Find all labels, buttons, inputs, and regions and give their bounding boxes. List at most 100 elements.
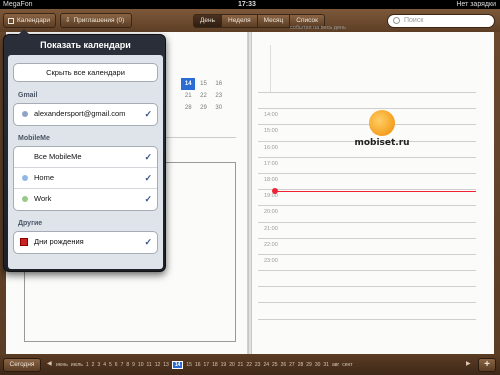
date-timeline[interactable]: июнь июль 1 2 3 4 5 6 7 8 9 10 11 12 13 14 15 16 17 18 19 20 2… bbox=[56, 360, 461, 370]
mini-calendar-day[interactable]: 21 bbox=[181, 90, 195, 102]
hour-row[interactable] bbox=[258, 302, 476, 318]
mini-calendar-day[interactable]: 14 bbox=[181, 78, 196, 90]
timeline-date[interactable]: 13 bbox=[163, 362, 169, 368]
calendar-item-gmail[interactable]: alexandersport@gmail.com ✓ bbox=[14, 104, 157, 125]
allday-label: события на весь день bbox=[290, 25, 346, 31]
calendar-item-all-mobileme[interactable]: Все MobileMe ✓ bbox=[14, 147, 157, 168]
timeline-date[interactable]: 3 bbox=[97, 362, 100, 368]
timeline-date[interactable]: 5 bbox=[109, 362, 112, 368]
timeline-date[interactable]: 12 bbox=[155, 362, 161, 368]
today-button[interactable]: Сегодня bbox=[3, 358, 41, 372]
mini-calendar-day[interactable] bbox=[227, 102, 241, 114]
mini-calendar-day[interactable] bbox=[197, 66, 211, 78]
mini-calendar-day[interactable]: 23 bbox=[212, 90, 226, 102]
mini-calendar-day[interactable]: 28 bbox=[181, 102, 195, 114]
timeline-date[interactable]: 11 bbox=[146, 362, 151, 368]
tab-month[interactable]: Месяц bbox=[257, 15, 291, 27]
timeline-date[interactable]: 27 bbox=[289, 362, 295, 368]
timeline-date[interactable]: 31 bbox=[323, 362, 329, 368]
timeline-date[interactable]: 10 bbox=[138, 362, 144, 368]
timeline-date[interactable]: июль bbox=[71, 362, 83, 368]
popover-title: Показать календари bbox=[40, 40, 131, 50]
hour-row[interactable]: 18:00 bbox=[258, 172, 476, 189]
mini-calendar-week bbox=[166, 66, 241, 78]
search-placeholder: Поиск bbox=[404, 17, 424, 24]
timeline-date[interactable]: 8 bbox=[126, 362, 129, 368]
mini-calendar-day[interactable] bbox=[227, 78, 241, 90]
timeline-date[interactable]: 30 bbox=[315, 362, 321, 368]
clock: 17:33 bbox=[238, 1, 256, 8]
hour-row[interactable] bbox=[258, 318, 476, 335]
tab-day[interactable]: День bbox=[194, 15, 222, 27]
mini-calendar-day[interactable]: 15 bbox=[197, 78, 211, 90]
timeline-date[interactable]: 18 bbox=[212, 362, 218, 368]
hour-row[interactable]: 21:00 bbox=[258, 221, 476, 238]
mini-calendar-day[interactable] bbox=[166, 102, 180, 114]
mini-calendar-day[interactable]: 16 bbox=[212, 78, 226, 90]
hour-row[interactable] bbox=[258, 92, 476, 108]
hour-row[interactable] bbox=[258, 270, 476, 286]
timeline-date[interactable]: 26 bbox=[281, 362, 287, 368]
timeline-date[interactable]: 20 bbox=[229, 362, 235, 368]
mini-calendar-day[interactable] bbox=[166, 90, 180, 102]
allday-area[interactable] bbox=[270, 45, 476, 92]
mini-calendar-day[interactable] bbox=[166, 78, 180, 90]
timeline-date[interactable]: 1 bbox=[86, 362, 89, 368]
timeline-date[interactable]: 7 bbox=[121, 362, 124, 368]
mini-calendar-day[interactable] bbox=[197, 54, 211, 66]
tab-week[interactable]: Неделя bbox=[222, 15, 258, 27]
mini-calendar-day[interactable] bbox=[181, 54, 195, 66]
timeline-date[interactable]: 23 bbox=[255, 362, 261, 368]
timeline-date[interactable]: 19 bbox=[221, 362, 227, 368]
search-input[interactable]: Поиск bbox=[387, 14, 495, 28]
timeline-date[interactable]: сент bbox=[342, 362, 352, 368]
timeline-date[interactable]: 21 bbox=[238, 362, 244, 368]
add-event-button[interactable]: + bbox=[478, 358, 496, 372]
timeline-date[interactable]: 9 bbox=[132, 362, 135, 368]
timeline-date[interactable]: 17 bbox=[204, 362, 210, 368]
carrier-label: MegaFon bbox=[3, 1, 33, 8]
mini-calendar-day[interactable] bbox=[166, 66, 180, 78]
group-gmail: alexandersport@gmail.com ✓ bbox=[13, 103, 158, 126]
timeline-date[interactable]: 15 bbox=[186, 362, 192, 368]
hour-row[interactable]: 20:00 bbox=[258, 205, 476, 221]
timeline-date[interactable]: 22 bbox=[246, 362, 252, 368]
timeline-date[interactable]: 29 bbox=[306, 362, 312, 368]
calendar-item-label: Work bbox=[34, 194, 52, 203]
timeline-date[interactable]: авг bbox=[332, 362, 339, 368]
hour-row[interactable] bbox=[258, 286, 476, 302]
hour-row[interactable]: 22:00 bbox=[258, 237, 476, 254]
calendar-item-work[interactable]: Work ✓ bbox=[14, 189, 157, 210]
hour-row[interactable]: 17:00 bbox=[258, 156, 476, 173]
hour-row[interactable]: 23:00 bbox=[258, 253, 476, 270]
chevron-left-icon[interactable]: ◀ bbox=[47, 360, 52, 367]
timeline-date[interactable]: 2 bbox=[92, 362, 95, 368]
mini-calendar-week: 28 29 30 bbox=[166, 102, 241, 114]
timeline-date[interactable]: 6 bbox=[115, 362, 118, 368]
hour-label: 20:00 bbox=[264, 209, 278, 216]
timeline-date[interactable]: 24 bbox=[263, 362, 269, 368]
mini-calendar-day[interactable] bbox=[212, 66, 226, 78]
calendar-item-home[interactable]: Home ✓ bbox=[14, 168, 157, 189]
timeline-date[interactable]: 28 bbox=[298, 362, 304, 368]
chevron-right-icon[interactable]: ▶ bbox=[466, 360, 471, 367]
mini-calendar-day[interactable] bbox=[166, 54, 180, 66]
mini-calendar-day[interactable] bbox=[181, 66, 195, 78]
mini-calendar-day[interactable] bbox=[227, 66, 241, 78]
mini-calendar-day[interactable]: 22 bbox=[197, 90, 211, 102]
invitations-button[interactable]: ⇩ Приглашения (0) bbox=[60, 13, 132, 28]
calendars-button[interactable]: Календари bbox=[3, 13, 56, 28]
mini-calendar-day[interactable] bbox=[227, 54, 241, 66]
timeline-date[interactable]: 4 bbox=[103, 362, 106, 368]
mini-calendar-day[interactable]: 30 bbox=[212, 102, 226, 114]
calendar-item-birthdays[interactable]: Дни рождения ✓ bbox=[14, 232, 157, 253]
hide-all-calendars-button[interactable]: Скрыть все календари bbox=[13, 63, 158, 82]
timeline-date[interactable]: июнь bbox=[56, 362, 68, 368]
calendar-item-label: alexandersport@gmail.com bbox=[34, 109, 126, 118]
mini-calendar-day[interactable]: 29 bbox=[197, 102, 211, 114]
mini-calendar-day[interactable] bbox=[212, 54, 226, 66]
timeline-date[interactable]: 16 bbox=[195, 362, 201, 368]
timeline-date[interactable]: 25 bbox=[272, 362, 278, 368]
timeline-date[interactable]: 14 bbox=[171, 361, 184, 369]
mini-calendar-day[interactable] bbox=[227, 90, 241, 102]
